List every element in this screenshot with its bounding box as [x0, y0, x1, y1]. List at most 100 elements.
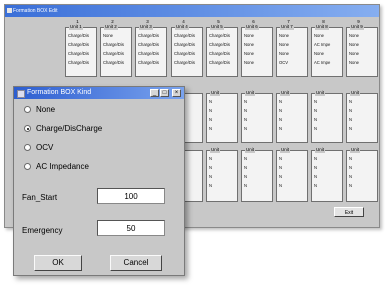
unit-row-value[interactable]: Charge/Dis — [209, 42, 230, 47]
unit-row-value[interactable]: Charge/Dis — [68, 33, 89, 38]
fan-start-input[interactable]: 100 — [97, 188, 165, 204]
unit-row-value[interactable]: None — [244, 51, 254, 56]
radio-option-ocv[interactable]: OCV — [24, 143, 53, 153]
unit-row-value[interactable]: Charge/Dis — [174, 60, 195, 65]
unit-row-value[interactable]: N — [209, 117, 212, 122]
unit-row-value[interactable]: Charge/Dis — [209, 60, 230, 65]
unit-row-value[interactable]: N — [314, 99, 317, 104]
unit-row-value[interactable]: N — [314, 156, 317, 161]
unit-row-value[interactable]: None — [244, 60, 254, 65]
radio-button[interactable] — [24, 144, 31, 151]
emergency-input[interactable]: 50 — [97, 220, 165, 236]
unit-row-value[interactable]: Charge/Dis — [103, 60, 124, 65]
unit-row-value[interactable]: AC Impe — [314, 42, 330, 47]
unit-row-value[interactable]: N — [279, 165, 282, 170]
maximize-button[interactable]: □ — [160, 89, 169, 97]
unit-row-value[interactable]: N — [209, 156, 212, 161]
unit-row-value[interactable]: N — [349, 126, 352, 131]
unit-row-value[interactable]: None — [349, 42, 359, 47]
unit-row-value[interactable]: N — [314, 108, 317, 113]
close-button[interactable]: × — [172, 89, 181, 97]
unit-row-value[interactable]: Charge/Dis — [68, 60, 89, 65]
unit-row-value[interactable]: AC Impe — [314, 60, 330, 65]
unit-row-value[interactable]: None — [103, 33, 113, 38]
unit-row-value[interactable]: N — [279, 99, 282, 104]
unit-row-value[interactable]: Charge/Dis — [138, 33, 159, 38]
unit-row-value[interactable]: N — [244, 183, 247, 188]
unit-row-value[interactable]: N — [209, 99, 212, 104]
unit-row-value[interactable]: Charge/Dis — [68, 42, 89, 47]
unit-row-value[interactable]: N — [209, 126, 212, 131]
unit-row-value[interactable]: N — [209, 174, 212, 179]
unit-row-value[interactable]: N — [314, 165, 317, 170]
unit-row-value[interactable]: N — [279, 117, 282, 122]
edit-window-titlebar[interactable]: Formation BOX Edit — [5, 5, 379, 17]
unit-row-value[interactable]: Charge/Dis — [138, 51, 159, 56]
radio-option-none[interactable]: None — [24, 105, 55, 115]
unit-row-value[interactable]: None — [279, 33, 289, 38]
radio-option-ac-impedance[interactable]: AC Impedance — [24, 162, 89, 172]
unit-row-value[interactable]: None — [244, 33, 254, 38]
unit-row-value[interactable]: Charge/Dis — [103, 51, 124, 56]
unit-row-value[interactable]: N — [314, 126, 317, 131]
unit-row-value[interactable]: N — [349, 108, 352, 113]
unit-row-value[interactable]: None — [314, 33, 324, 38]
unit-row-value[interactable]: N — [209, 165, 212, 170]
unit-row-value[interactable]: N — [244, 156, 247, 161]
unit-row-value[interactable]: None — [349, 33, 359, 38]
unit-row-value[interactable]: N — [349, 156, 352, 161]
unit-group: Unit 6 None None None None — [241, 24, 273, 77]
unit-row-value[interactable]: None — [349, 60, 359, 65]
radio-option-charge-discharge[interactable]: Charge/DisCharge — [24, 124, 102, 134]
unit-row-value[interactable]: Charge/Dis — [174, 33, 195, 38]
unit-group: UnitNNNN — [311, 90, 343, 143]
unit-row-value[interactable]: N — [209, 183, 212, 188]
unit-row-value[interactable]: N — [349, 174, 352, 179]
unit-row-value[interactable]: Charge/Dis — [103, 42, 124, 47]
radio-button[interactable] — [24, 163, 31, 170]
unit-row-value[interactable]: Charge/Dis — [138, 42, 159, 47]
unit-row-value[interactable]: N — [244, 108, 247, 113]
unit-row-value[interactable]: None — [244, 42, 254, 47]
unit-group: Unit 8 None AC Impe None AC Impe — [311, 24, 343, 77]
unit-row-value[interactable]: N — [349, 99, 352, 104]
radio-button[interactable] — [24, 106, 31, 113]
unit-row-value[interactable]: N — [244, 117, 247, 122]
unit-row-value[interactable]: N — [349, 183, 352, 188]
unit-row-value[interactable]: None — [314, 51, 324, 56]
exit-button[interactable]: Exit — [334, 207, 364, 217]
unit-row-value[interactable]: N — [314, 117, 317, 122]
unit-row-value[interactable]: N — [279, 174, 282, 179]
unit-label: Unit 1 — [69, 24, 83, 30]
unit-row-value[interactable]: Charge/Dis — [138, 60, 159, 65]
unit-row-value[interactable]: N — [244, 126, 247, 131]
unit-row-value[interactable]: Charge/Dis — [68, 51, 89, 56]
unit-row-value[interactable]: N — [209, 108, 212, 113]
unit-row-value[interactable]: N — [314, 183, 317, 188]
unit-row-value[interactable]: None — [349, 51, 359, 56]
unit-group: Unit 7 None None None OCV — [276, 24, 308, 77]
unit-label: Unit 8 — [315, 24, 329, 30]
minimize-button[interactable]: _ — [150, 89, 159, 97]
dialog-titlebar[interactable]: Formation BOX Kind _ □ × — [14, 87, 184, 99]
radio-button[interactable] — [24, 125, 31, 132]
unit-row-value[interactable]: N — [244, 165, 247, 170]
unit-row-value[interactable]: None — [279, 42, 289, 47]
unit-row-value[interactable]: Charge/Dis — [174, 51, 195, 56]
unit-row-value[interactable]: Charge/Dis — [209, 51, 230, 56]
unit-row-value[interactable]: N — [244, 99, 247, 104]
unit-row-value[interactable]: None — [279, 51, 289, 56]
unit-row-value[interactable]: N — [279, 156, 282, 161]
unit-row-value[interactable]: Charge/Dis — [209, 33, 230, 38]
unit-row-value[interactable]: N — [349, 165, 352, 170]
unit-row-value[interactable]: N — [314, 174, 317, 179]
unit-row-value[interactable]: Charge/Dis — [174, 42, 195, 47]
unit-row-value[interactable]: N — [279, 108, 282, 113]
unit-row-value[interactable]: OCV — [279, 60, 288, 65]
ok-button[interactable]: OK — [34, 255, 82, 271]
cancel-button[interactable]: Cancel — [110, 255, 162, 271]
unit-row-value[interactable]: N — [244, 174, 247, 179]
unit-row-value[interactable]: N — [349, 117, 352, 122]
unit-row-value[interactable]: N — [279, 126, 282, 131]
unit-row-value[interactable]: N — [279, 183, 282, 188]
